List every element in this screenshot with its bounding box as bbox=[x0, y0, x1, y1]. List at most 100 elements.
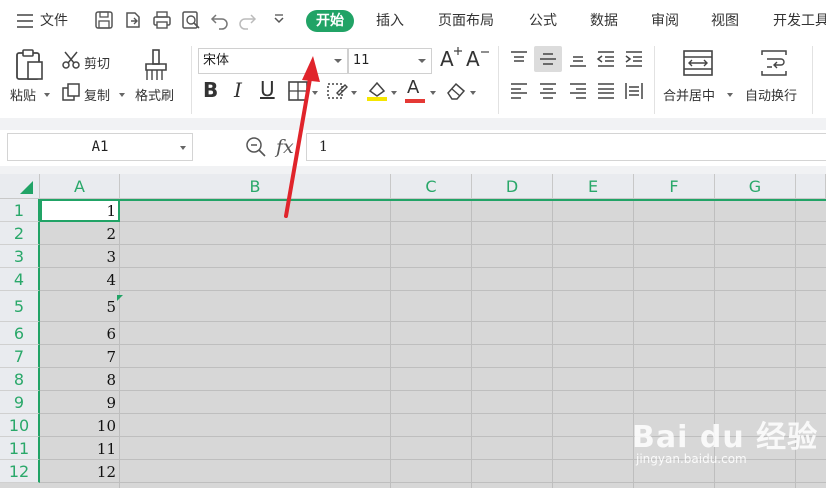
font-color-icon[interactable]: A bbox=[407, 77, 419, 98]
cell-a1[interactable]: 1 bbox=[40, 199, 120, 222]
clear-dropdown-icon[interactable] bbox=[470, 91, 476, 95]
cell-a8[interactable]: 8 bbox=[40, 368, 120, 391]
highlight-icon[interactable] bbox=[366, 79, 388, 101]
error-indicator-icon bbox=[117, 295, 123, 301]
name-box[interactable]: A1 bbox=[7, 133, 193, 161]
justify-icon[interactable] bbox=[596, 82, 616, 100]
paste-icon[interactable] bbox=[13, 48, 47, 82]
file-menu[interactable]: 文件 bbox=[40, 10, 68, 32]
row-header-1[interactable]: 1 bbox=[0, 199, 40, 222]
column-header-g[interactable]: G bbox=[715, 174, 796, 199]
distributed-align-icon[interactable] bbox=[624, 82, 644, 100]
bold-icon[interactable]: B bbox=[203, 78, 218, 102]
merge-dropdown-icon[interactable] bbox=[727, 93, 733, 97]
font-name-value: 宋体 bbox=[203, 53, 230, 68]
tab-insert[interactable]: 插入 bbox=[376, 10, 404, 32]
cell-a12[interactable]: 12 bbox=[40, 460, 120, 483]
chevron-down-icon bbox=[418, 59, 426, 63]
row-header-7[interactable]: 7 bbox=[0, 345, 40, 368]
cell-a11[interactable]: 11 bbox=[40, 437, 120, 460]
row-header-8[interactable]: 8 bbox=[0, 368, 40, 391]
save-icon[interactable] bbox=[93, 9, 115, 31]
align-right-icon[interactable] bbox=[568, 82, 588, 100]
paste-dropdown-icon[interactable] bbox=[44, 93, 50, 97]
decrease-indent-icon[interactable] bbox=[596, 50, 616, 68]
zoom-icon[interactable] bbox=[245, 136, 267, 158]
row-header-11[interactable]: 11 bbox=[0, 437, 40, 460]
print-icon[interactable] bbox=[151, 9, 173, 31]
clear-format-icon[interactable] bbox=[445, 81, 467, 101]
font-size-select[interactable]: 11 bbox=[348, 48, 432, 74]
font-name-select[interactable]: 宋体 bbox=[198, 48, 348, 74]
row-header-5[interactable]: 5 bbox=[0, 291, 40, 322]
copy-button[interactable]: 复制 bbox=[84, 85, 110, 104]
font-size-value: 11 bbox=[353, 53, 370, 68]
redo-icon[interactable] bbox=[236, 9, 258, 31]
align-top-icon[interactable] bbox=[509, 50, 529, 68]
row-header-6[interactable]: 6 bbox=[0, 322, 40, 345]
border-icon[interactable] bbox=[288, 81, 308, 101]
print-preview-icon[interactable] bbox=[180, 9, 202, 31]
column-header-e[interactable]: E bbox=[553, 174, 634, 199]
cell-a9[interactable]: 9 bbox=[40, 391, 120, 414]
increase-indent-icon[interactable] bbox=[624, 50, 644, 68]
tab-page-layout[interactable]: 页面布局 bbox=[438, 10, 494, 32]
wrap-text-icon[interactable] bbox=[760, 50, 788, 76]
format-painter-button[interactable]: 格式刷 bbox=[135, 85, 174, 104]
cell-a3[interactable]: 3 bbox=[40, 245, 120, 268]
cell-a7[interactable]: 7 bbox=[40, 345, 120, 368]
copy-dropdown-icon[interactable] bbox=[119, 93, 125, 97]
row-header-4[interactable]: 4 bbox=[0, 268, 40, 291]
fill-dropdown-icon[interactable] bbox=[351, 91, 357, 95]
cut-button[interactable]: 剪切 bbox=[84, 53, 110, 72]
underline-icon[interactable]: U bbox=[260, 77, 275, 101]
column-header-a[interactable]: A bbox=[40, 174, 120, 199]
hamburger-menu-icon[interactable] bbox=[17, 14, 33, 28]
tab-home[interactable]: 开始 bbox=[306, 10, 354, 32]
merge-center-icon[interactable] bbox=[683, 50, 713, 76]
cell-a2[interactable]: 2 bbox=[40, 222, 120, 245]
select-all-corner[interactable] bbox=[0, 174, 40, 199]
font-color-dropdown-icon[interactable] bbox=[430, 91, 436, 95]
row-header-9[interactable]: 9 bbox=[0, 391, 40, 414]
group-separator bbox=[654, 46, 655, 114]
border-dropdown-icon[interactable] bbox=[312, 91, 318, 95]
tab-developer[interactable]: 开发工具 bbox=[773, 10, 826, 32]
align-middle-icon[interactable] bbox=[534, 46, 562, 72]
italic-icon[interactable]: I bbox=[234, 78, 242, 102]
highlight-dropdown-icon[interactable] bbox=[391, 91, 397, 95]
customize-icon[interactable] bbox=[268, 9, 290, 31]
column-header-d[interactable]: D bbox=[472, 174, 553, 199]
align-left-icon[interactable] bbox=[509, 82, 529, 100]
column-header-f[interactable]: F bbox=[634, 174, 715, 199]
tab-data[interactable]: 数据 bbox=[590, 10, 618, 32]
wrap-text-button[interactable]: 自动换行 bbox=[745, 85, 797, 104]
column-header-c[interactable]: C bbox=[391, 174, 472, 199]
function-icon[interactable]: fx bbox=[276, 136, 294, 158]
increase-font-icon[interactable]: A bbox=[440, 47, 454, 71]
align-bottom-icon[interactable] bbox=[568, 50, 588, 68]
align-center-icon[interactable] bbox=[538, 82, 558, 100]
paste-button[interactable]: 粘贴 bbox=[10, 85, 36, 104]
format-painter-icon[interactable] bbox=[142, 48, 170, 82]
export-icon[interactable] bbox=[122, 9, 144, 31]
tab-formulas[interactable]: 公式 bbox=[529, 10, 557, 32]
cell-a10[interactable]: 10 bbox=[40, 414, 120, 437]
formula-input[interactable]: 1 bbox=[306, 133, 826, 161]
row-header-3[interactable]: 3 bbox=[0, 245, 40, 268]
row-header-12[interactable]: 12 bbox=[0, 460, 40, 483]
merge-center-button[interactable]: 合并居中 bbox=[663, 85, 715, 104]
row-header-2[interactable]: 2 bbox=[0, 222, 40, 245]
tab-review[interactable]: 审阅 bbox=[651, 10, 679, 32]
cell-a6[interactable]: 6 bbox=[40, 322, 120, 345]
scissors-icon[interactable] bbox=[61, 50, 81, 70]
decrease-font-icon[interactable]: A bbox=[466, 47, 480, 71]
cell-a4[interactable]: 4 bbox=[40, 268, 120, 291]
copy-icon[interactable] bbox=[61, 82, 81, 102]
column-header-b[interactable]: B bbox=[120, 174, 391, 199]
fill-color-icon[interactable] bbox=[327, 81, 349, 101]
cell-a5[interactable]: 5 bbox=[40, 291, 120, 322]
row-header-10[interactable]: 10 bbox=[0, 414, 40, 437]
undo-icon[interactable] bbox=[209, 9, 231, 31]
tab-view[interactable]: 视图 bbox=[711, 10, 739, 32]
